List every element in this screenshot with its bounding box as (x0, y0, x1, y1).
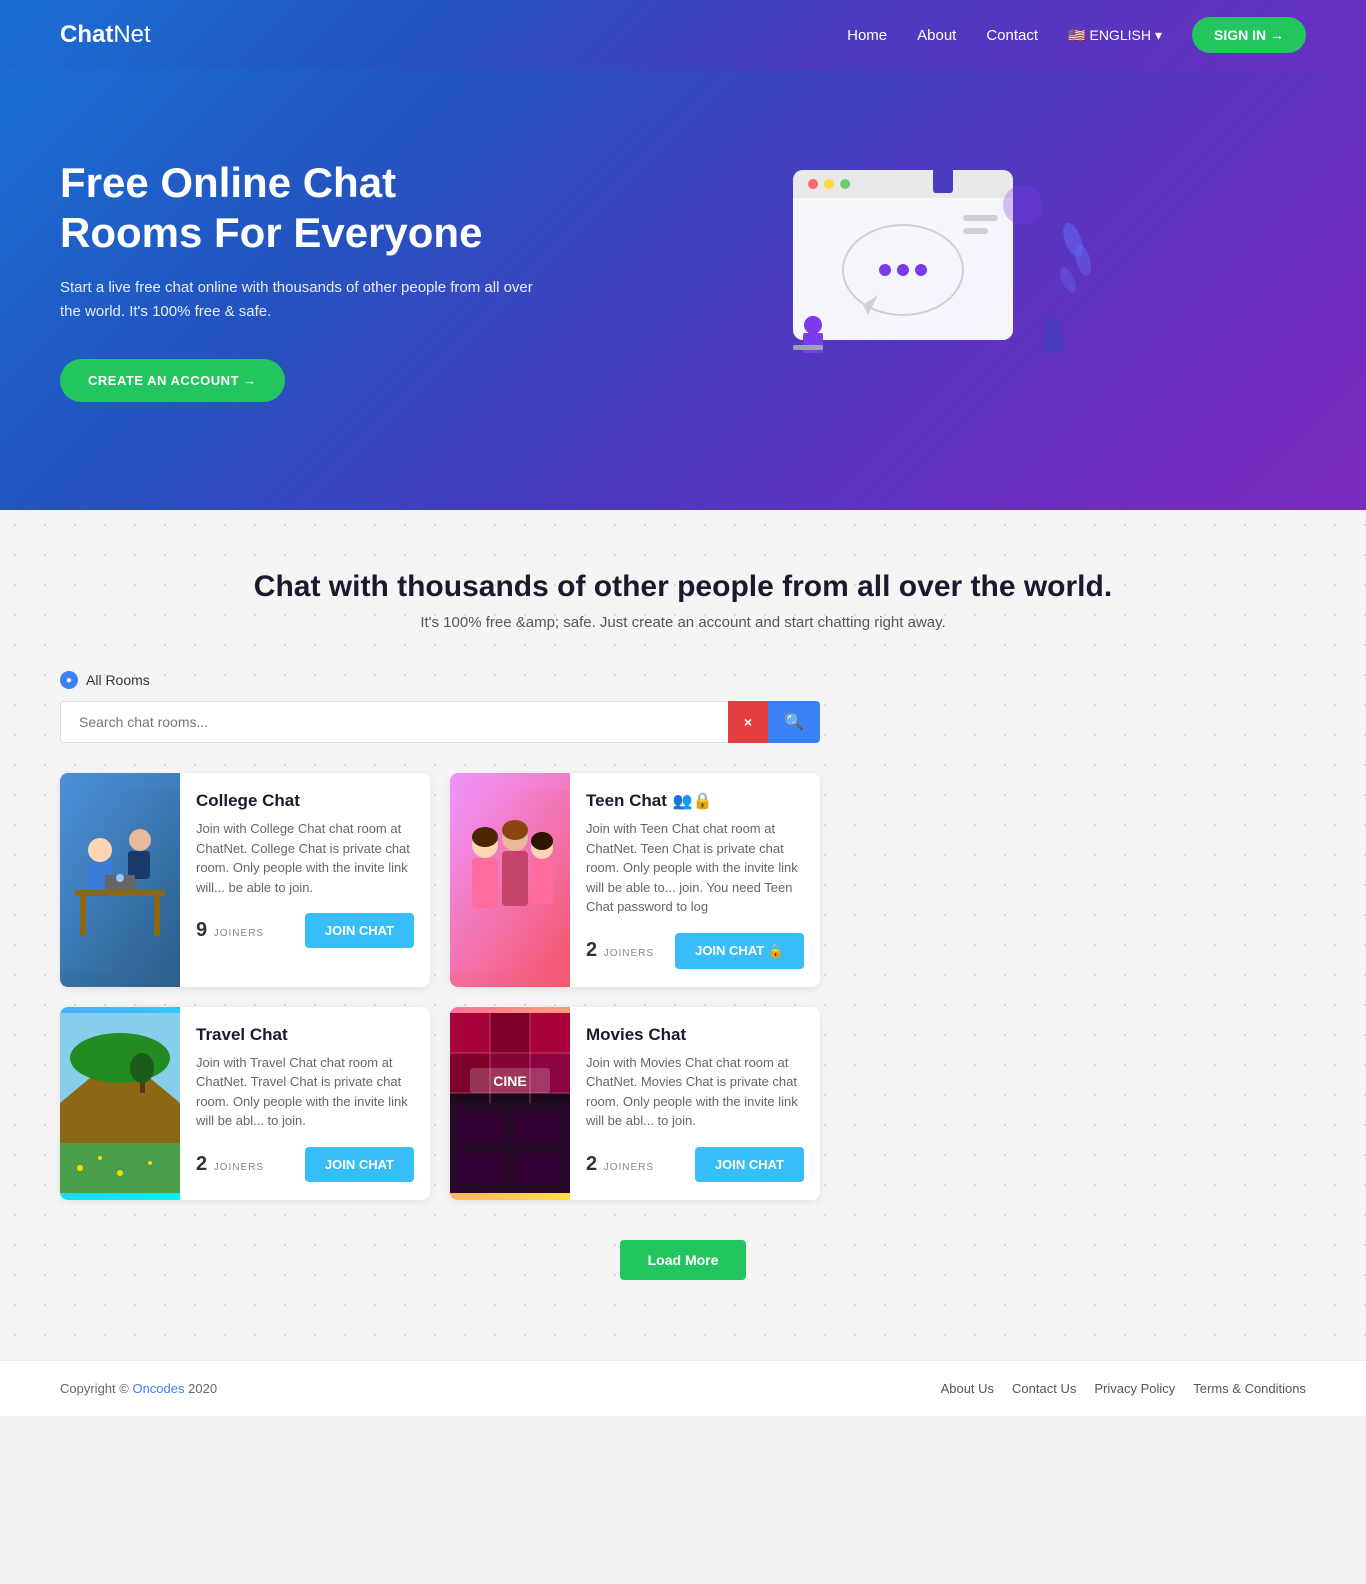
flag-icon: 🇺🇸 (1068, 27, 1085, 44)
room-info-teen: Teen Chat 👥🔒 Join with Teen Chat chat ro… (570, 773, 820, 987)
room-desc-travel: Join with Travel Chat chat room at ChatN… (196, 1053, 414, 1131)
load-more-container: Load More (60, 1240, 1306, 1280)
search-container: × 🔍 (60, 701, 820, 743)
footer-brand-link[interactable]: Oncodes (132, 1381, 184, 1396)
chevron-down-icon: ▾ (1155, 27, 1162, 44)
room-image-teen (450, 773, 570, 987)
room-image-college (60, 773, 180, 987)
all-rooms-text: All Rooms (86, 672, 150, 688)
logo-bold: Chat (60, 21, 113, 48)
hero-title: Free Online Chat Rooms For Everyone (60, 158, 540, 259)
language-label: ENGLISH (1089, 27, 1150, 43)
nav-home[interactable]: Home (847, 27, 887, 44)
room-card-college: College Chat Join with College Chat chat… (60, 773, 430, 987)
room-desc-college: Join with College Chat chat room at Chat… (196, 819, 414, 897)
logo: ChatNet (60, 21, 847, 49)
joiners-movies: 2 JOINERS (586, 1153, 654, 1176)
rooms-grid: College Chat Join with College Chat chat… (60, 773, 820, 1200)
hero-description: Start a live free chat online with thous… (60, 276, 540, 324)
svg-text:CINE: CINE (493, 1073, 526, 1089)
room-info-travel: Travel Chat Join with Travel Chat chat r… (180, 1007, 430, 1200)
search-button[interactable]: 🔍 (768, 701, 820, 743)
private-icons-teen: 👥🔒 (673, 791, 713, 811)
room-footer-teen: 2 JOINERS JOIN CHAT 🔒 (586, 933, 804, 969)
room-title-travel: Travel Chat (196, 1025, 414, 1045)
footer-about-us[interactable]: About Us (941, 1381, 994, 1396)
room-card-body-teen: Teen Chat 👥🔒 Join with Teen Chat chat ro… (450, 773, 820, 987)
main-nav: Home About Contact 🇺🇸 ENGLISH ▾ SIGN IN … (847, 17, 1306, 53)
join-chat-college-button[interactable]: JOIN CHAT (305, 913, 414, 948)
room-card-teen: Teen Chat 👥🔒 Join with Teen Chat chat ro… (450, 773, 820, 987)
load-more-button[interactable]: Load More (620, 1240, 747, 1280)
section-title: Chat with thousands of other people from… (60, 570, 1306, 604)
room-footer-movies: 2 JOINERS JOIN CHAT (586, 1147, 804, 1182)
nav-about[interactable]: About (917, 27, 956, 44)
room-footer-travel: 2 JOINERS JOIN CHAT (196, 1147, 414, 1182)
room-image-movies: CINE (450, 1007, 570, 1200)
room-title-college: College Chat (196, 791, 414, 811)
room-desc-movies: Join with Movies Chat chat room at ChatN… (586, 1053, 804, 1131)
hero-svg-illustration (733, 140, 1113, 420)
hero-illustration (540, 130, 1306, 430)
footer-copyright: Copyright © Oncodes 2020 (60, 1381, 217, 1396)
room-card-movies: CINE Movies Chat Join with Movies Ch (450, 1007, 820, 1200)
language-selector[interactable]: 🇺🇸 ENGLISH ▾ (1068, 27, 1162, 44)
joiners-college: 9 JOINERS (196, 919, 264, 942)
footer-privacy-policy[interactable]: Privacy Policy (1094, 1381, 1175, 1396)
section-subtitle: It's 100% free &amp; safe. Just create a… (60, 614, 1306, 631)
search-input[interactable] (60, 701, 728, 743)
main-content: Chat with thousands of other people from… (0, 510, 1366, 1360)
room-card-body-movies: CINE Movies Chat Join with Movies Ch (450, 1007, 820, 1200)
room-desc-teen: Join with Teen Chat chat room at ChatNet… (586, 819, 804, 917)
room-info-movies: Movies Chat Join with Movies Chat chat r… (570, 1007, 820, 1200)
joiners-travel: 2 JOINERS (196, 1153, 264, 1176)
join-chat-travel-button[interactable]: JOIN CHAT (305, 1147, 414, 1182)
room-title-movies: Movies Chat (586, 1025, 804, 1045)
room-card-travel: Travel Chat Join with Travel Chat chat r… (60, 1007, 430, 1200)
logo-light: Net (113, 21, 150, 48)
header: ChatNet Home About Contact 🇺🇸 ENGLISH ▾ … (0, 0, 1366, 70)
room-image-travel (60, 1007, 180, 1200)
sign-in-button[interactable]: SIGN IN → (1192, 17, 1306, 53)
footer-links: About Us Contact Us Privacy Policy Terms… (941, 1381, 1306, 1396)
footer-contact-us[interactable]: Contact Us (1012, 1381, 1076, 1396)
footer: Copyright © Oncodes 2020 About Us Contac… (0, 1360, 1366, 1416)
join-chat-movies-button[interactable]: JOIN CHAT (695, 1147, 804, 1182)
room-footer-college: 9 JOINERS JOIN CHAT (196, 913, 414, 948)
room-card-body: College Chat Join with College Chat chat… (60, 773, 430, 987)
search-icon: 🔍 (784, 714, 804, 731)
search-clear-button[interactable]: × (728, 701, 768, 743)
footer-terms[interactable]: Terms & Conditions (1193, 1381, 1306, 1396)
joiners-teen: 2 JOINERS (586, 939, 654, 962)
all-rooms-icon: ● (60, 671, 78, 689)
nav-contact[interactable]: Contact (986, 27, 1038, 44)
create-account-button[interactable]: CREATE AN ACCOUNT → (60, 359, 285, 402)
room-info-college: College Chat Join with College Chat chat… (180, 773, 430, 987)
room-title-teen: Teen Chat 👥🔒 (586, 791, 804, 811)
join-chat-teen-button[interactable]: JOIN CHAT 🔒 (675, 933, 804, 969)
room-card-body-travel: Travel Chat Join with Travel Chat chat r… (60, 1007, 430, 1200)
all-rooms-label: ● All Rooms (60, 671, 1306, 689)
hero-content: Free Online Chat Rooms For Everyone Star… (60, 158, 540, 403)
hero-section: Free Online Chat Rooms For Everyone Star… (0, 70, 1366, 510)
